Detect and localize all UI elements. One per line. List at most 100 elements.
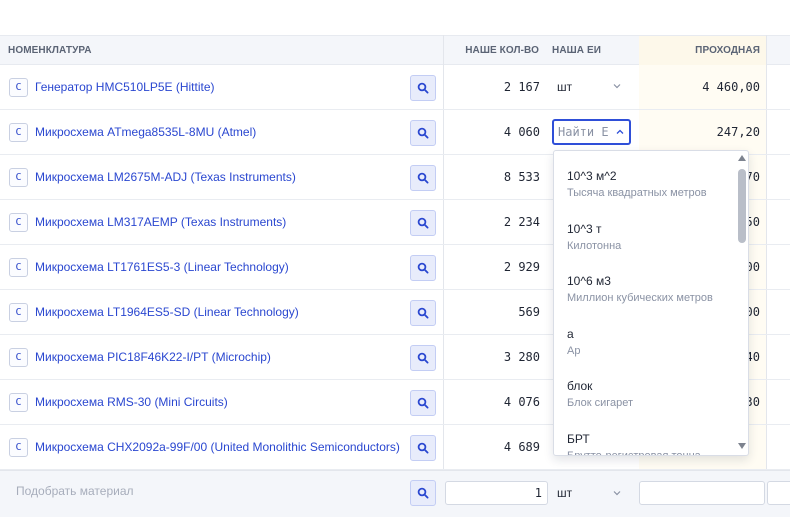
item-search-button[interactable] xyxy=(410,300,436,326)
item-name-link[interactable]: Микросхема RMS-30 (Mini Circuits) xyxy=(35,380,405,424)
item-name-link[interactable]: Микросхема CHX2092a-99F/00 (United Monol… xyxy=(35,425,405,469)
unit-option[interactable]: БРТ Брутто-регистровая тонна xyxy=(554,421,734,456)
unit-option-description: Блок сигарет xyxy=(567,397,634,409)
chevron-down-icon[interactable] xyxy=(612,488,622,498)
item-search-button[interactable] xyxy=(410,345,436,371)
unit-option[interactable]: 10^6 м3 Миллион кубических метров xyxy=(554,263,734,315)
search-icon xyxy=(417,397,429,409)
new-qty-input[interactable]: 1 xyxy=(445,481,548,505)
unit-option-description: Миллион кубических метров xyxy=(567,292,713,304)
unit-option-code: 10^3 т xyxy=(567,221,602,236)
new-unit-select[interactable]: шт xyxy=(557,481,572,505)
search-icon xyxy=(417,352,429,364)
item-type-badge: C xyxy=(9,213,28,232)
search-icon xyxy=(417,307,429,319)
item-name-text: Микросхема ATmega8535L-8MU (Atmel) xyxy=(35,124,257,139)
column-header-our-qty: НАШЕ КОЛ-ВО xyxy=(465,45,539,56)
item-name-link[interactable]: Генератор HMC510LP5E (Hittite) xyxy=(35,65,405,109)
chevron-up-icon[interactable] xyxy=(615,127,625,137)
item-search-button[interactable] xyxy=(410,390,436,416)
item-name-link[interactable]: Микросхема LT1761ES5-3 (Linear Technolog… xyxy=(35,245,405,289)
search-icon xyxy=(417,82,429,94)
item-name-text: Микросхема LM2675M-ADJ (Texas Instrument… xyxy=(35,169,296,184)
item-name-text: Микросхема LT1761ES5-3 (Linear Technolog… xyxy=(35,259,289,274)
item-type-badge: C xyxy=(9,168,28,187)
chevron-down-icon[interactable] xyxy=(612,81,622,91)
item-name-link[interactable]: Микросхема LM2675M-ADJ (Texas Instrument… xyxy=(35,155,405,199)
item-name-link[interactable]: Микросхема LT1964ES5-SD (Linear Technolo… xyxy=(35,290,405,334)
search-icon xyxy=(417,127,429,139)
table-row: C Микросхема ATmega8535L-8MU (Atmel) 4 060… xyxy=(0,110,790,155)
new-price-input[interactable] xyxy=(639,481,765,505)
table-row: C Генератор HMC510LP5E (Hittite) 2 167 шт 4 … xyxy=(0,65,790,110)
item-qty: 569 xyxy=(518,305,540,319)
search-icon xyxy=(417,217,429,229)
unit-option[interactable]: 10^3 м^2 Тысяча квадратных метров xyxy=(554,158,734,210)
item-name-text: Микросхема LT1964ES5-SD (Linear Technolo… xyxy=(35,304,299,319)
unit-option-code: 10^3 м^2 xyxy=(567,169,617,183)
unit-option-code: БРТ xyxy=(567,431,590,446)
item-search-button[interactable] xyxy=(410,255,436,281)
item-qty: 8 533 xyxy=(503,170,540,184)
unit-option-code: а xyxy=(567,326,574,341)
item-qty: 2 234 xyxy=(503,215,540,229)
item-name-link[interactable]: Микросхема LM317AEMP (Texas Instruments) xyxy=(35,200,405,244)
item-qty: 4 060 xyxy=(503,125,540,139)
scrollbar-thumb[interactable] xyxy=(738,169,746,243)
item-search-button[interactable] xyxy=(410,210,436,236)
item-type-badge: C xyxy=(9,78,28,97)
unit-search-field[interactable] xyxy=(552,119,631,145)
search-icon xyxy=(417,262,429,274)
item-name-link[interactable]: Микросхема PIC18F46K22-I/PT (Microchip) xyxy=(35,335,405,379)
scroll-up-arrow-icon[interactable] xyxy=(738,155,746,161)
search-icon xyxy=(417,172,429,184)
item-qty: 3 280 xyxy=(503,350,540,364)
item-name-text: Микросхема PIC18F46K22-I/PT (Microchip) xyxy=(35,349,271,364)
item-type-badge: C xyxy=(9,438,28,457)
item-qty: 4 689 xyxy=(503,440,540,454)
procurement-table: НОМЕНКЛАТУРА НАШЕ КОЛ-ВО НАША ЕИ ПРОХОДН… xyxy=(0,0,790,517)
item-pass-price: 4 460,00 xyxy=(702,80,760,94)
unit-select[interactable]: шт xyxy=(557,65,572,109)
column-header-pass-price: ПРОХОДНАЯ xyxy=(695,45,760,56)
item-name-text: Микросхема RMS-30 (Mini Circuits) xyxy=(35,394,228,409)
unit-option[interactable]: блок Блок сигарет xyxy=(554,368,734,420)
item-type-badge: C xyxy=(9,303,28,322)
unit-option-description: Килотонна xyxy=(567,239,622,252)
item-search-button[interactable] xyxy=(410,75,436,101)
item-search-button[interactable] xyxy=(410,435,436,461)
item-pass-price: 247,20 xyxy=(716,125,760,139)
unit-dropdown[interactable]: 10^3 м^2 Тысяча квадратных метров 10^3 т Ки… xyxy=(553,150,749,456)
item-type-badge: C xyxy=(9,258,28,277)
unit-option-description: Ар xyxy=(567,344,581,357)
column-header-our-unit: НАША ЕИ xyxy=(552,45,602,56)
search-icon xyxy=(417,487,429,499)
column-header-nomenclature: НОМЕНКЛАТУРА xyxy=(8,45,92,56)
table-header: НОМЕНКЛАТУРА НАШЕ КОЛ-ВО НАША ЕИ ПРОХОДН… xyxy=(0,35,790,65)
dropdown-scrollbar[interactable] xyxy=(735,151,748,455)
add-material-row: Подобрать материал 1 шт xyxy=(0,470,790,517)
item-name-text: Микросхема CHX2092a-99F/00 (United Monol… xyxy=(35,439,400,454)
item-qty: 2 167 xyxy=(503,80,540,94)
item-type-badge: C xyxy=(9,393,28,412)
top-spacer xyxy=(0,0,790,35)
item-qty: 2 929 xyxy=(503,260,540,274)
search-icon xyxy=(417,442,429,454)
item-type-badge: C xyxy=(9,123,28,142)
scroll-down-arrow-icon[interactable] xyxy=(738,443,746,449)
unit-option-description: Тысяча квадратных метров xyxy=(567,187,707,199)
unit-search-input[interactable] xyxy=(558,121,614,143)
material-search-button[interactable] xyxy=(410,480,436,506)
unit-option-description: Брутто-регистровая тонна xyxy=(567,449,701,456)
unit-option-code: блок xyxy=(567,379,593,393)
item-name-link[interactable]: Микросхема ATmega8535L-8MU (Atmel) xyxy=(35,110,405,154)
unit-option[interactable]: а Ар xyxy=(554,316,734,368)
material-picker-input[interactable]: Подобрать материал xyxy=(16,471,134,511)
item-name-text: Микросхема LM317AEMP (Texas Instruments) xyxy=(35,214,287,229)
item-search-button[interactable] xyxy=(410,165,436,191)
item-search-button[interactable] xyxy=(410,120,436,146)
unit-option-code: 10^6 м3 xyxy=(567,274,611,288)
item-name-text: Генератор HMC510LP5E (Hittite) xyxy=(35,79,215,94)
unit-option[interactable]: 10^3 т Килотонна xyxy=(554,211,734,263)
new-extra-input[interactable] xyxy=(767,481,790,505)
